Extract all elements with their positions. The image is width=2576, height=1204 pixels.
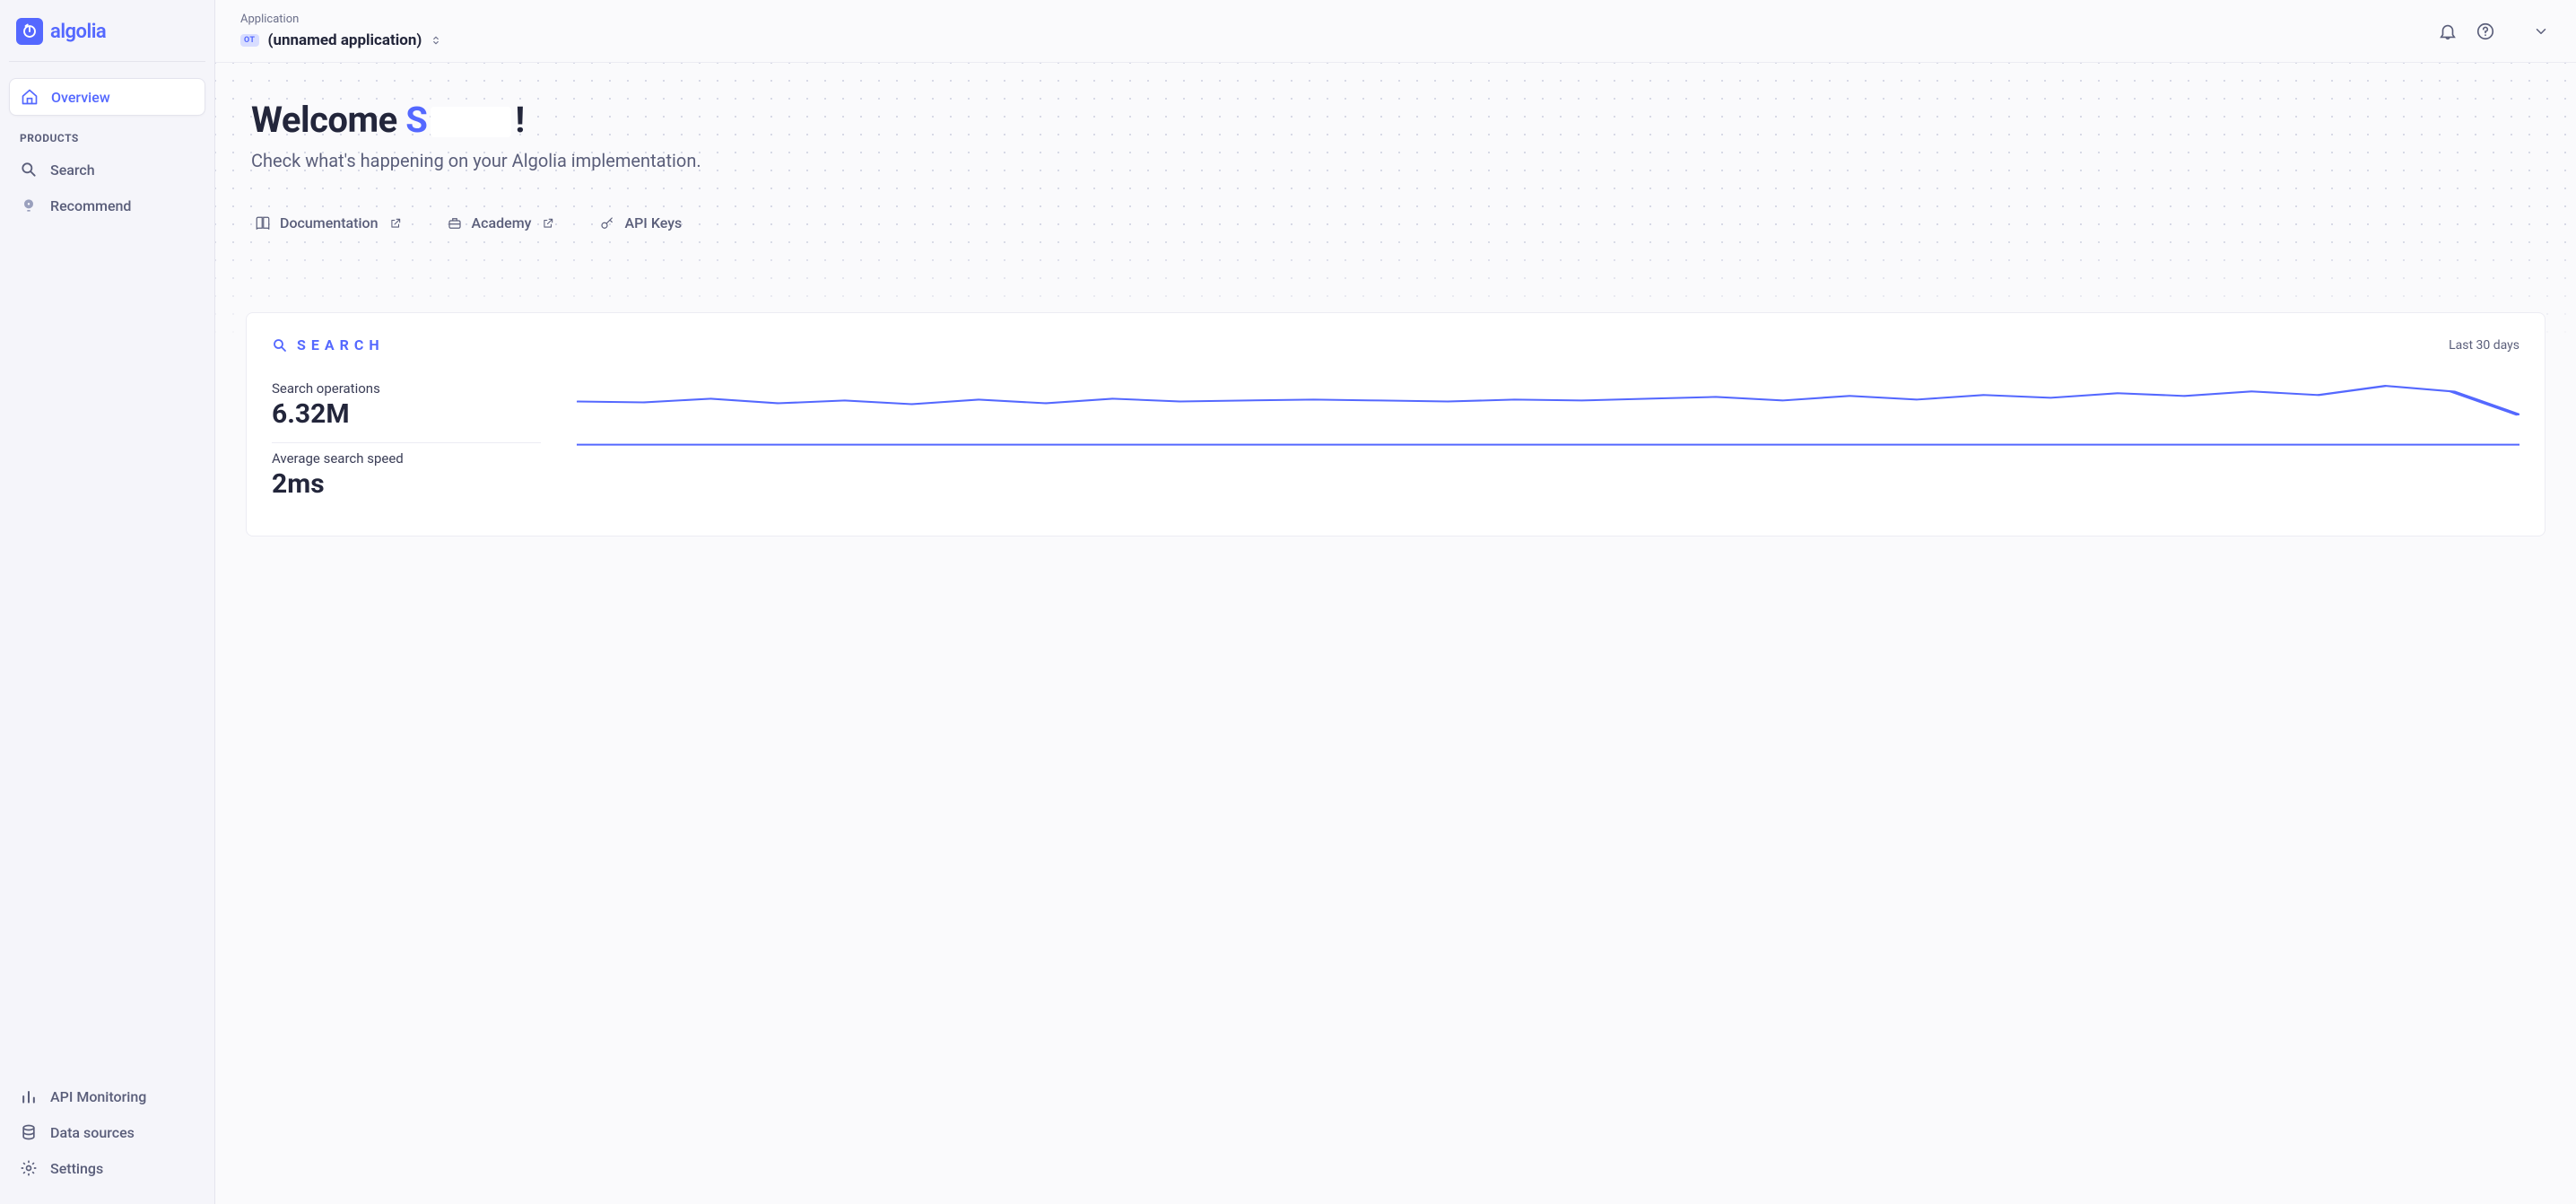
sidebar-item-label: Settings (50, 1160, 103, 1177)
home-icon (21, 88, 39, 106)
welcome-heading: Welcome S! (251, 99, 2546, 141)
sidebar-item-data-sources[interactable]: Data sources (9, 1114, 205, 1150)
quicklink-api-keys[interactable]: API Keys (599, 214, 682, 231)
welcome-suffix: ! (515, 99, 524, 141)
gear-icon (20, 1159, 38, 1177)
database-icon (20, 1123, 38, 1141)
external-link-icon (542, 217, 554, 230)
card-title-text: SEARCH (297, 336, 385, 353)
quicklink-academy[interactable]: Academy (447, 214, 555, 231)
quick-links: Documentation Academy (246, 214, 2546, 231)
sparkline-avg-speed (577, 441, 2519, 447)
application-label: Application (240, 13, 441, 26)
topbar: Application OT (unnamed application) (215, 0, 2576, 63)
book-icon (255, 215, 271, 231)
key-icon (599, 215, 615, 231)
sidebar-item-label: API Monitoring (50, 1088, 146, 1105)
card-title: SEARCH (272, 336, 385, 353)
sidebar-item-recommend[interactable]: Recommend (9, 188, 205, 223)
redacted-name (431, 107, 511, 137)
sidebar-item-api-monitoring[interactable]: API Monitoring (9, 1078, 205, 1114)
search-icon (272, 337, 288, 353)
hero: Welcome S! Check what's happening on you… (246, 99, 2546, 171)
bar-chart-icon (20, 1087, 38, 1105)
lightbulb-icon (20, 196, 38, 214)
sidebar-item-overview[interactable]: Overview (9, 78, 205, 116)
sidebar-item-search[interactable]: Search (9, 152, 205, 188)
welcome-subtitle: Check what's happening on your Algolia i… (251, 150, 2546, 171)
stat-label: Search operations (272, 380, 541, 397)
welcome-name-initial: S (405, 99, 427, 141)
sidebar-item-label: Search (50, 161, 95, 179)
card-range: Last 30 days (2449, 338, 2519, 353)
stat-label: Average search speed (272, 450, 541, 467)
brand-name: algolia (50, 21, 106, 43)
stat-search-operations: Search operations 6.32M (272, 373, 541, 443)
external-link-icon (389, 217, 402, 230)
search-card: SEARCH Last 30 days Search operations 6.… (246, 312, 2546, 537)
brand-logo[interactable]: algolia (9, 18, 205, 62)
sparkline-search-operations (577, 379, 2519, 429)
sidebar-item-label: Overview (51, 89, 110, 106)
sort-icon (431, 35, 441, 46)
account-menu-button[interactable] (2531, 22, 2551, 41)
main-content: Application OT (unnamed application) (215, 0, 2576, 1204)
quicklink-label: API Keys (624, 214, 682, 231)
sidebar-item-label: Data sources (50, 1124, 135, 1141)
help-button[interactable] (2476, 22, 2495, 41)
application-selector[interactable]: Application OT (unnamed application) (240, 13, 441, 49)
chevron-down-icon (2533, 23, 2549, 39)
notifications-button[interactable] (2438, 22, 2458, 41)
stat-value: 6.32M (272, 398, 541, 430)
stat-avg-speed: Average search speed 2ms (272, 443, 541, 512)
sidebar: algolia Overview PRODUCTS Search R (0, 0, 215, 1204)
briefcase-icon (447, 215, 463, 231)
stat-value: 2ms (272, 468, 541, 500)
sidebar-item-label: Recommend (50, 197, 131, 214)
quicklink-documentation[interactable]: Documentation (255, 214, 402, 231)
quicklink-label: Documentation (280, 214, 379, 231)
sidebar-item-settings[interactable]: Settings (9, 1150, 205, 1186)
help-icon (2476, 22, 2495, 41)
search-icon (20, 161, 38, 179)
brand-mark-icon (16, 18, 43, 45)
application-badge: OT (240, 34, 259, 47)
sidebar-section-products: PRODUCTS (9, 116, 205, 152)
application-name: (unnamed application) (268, 31, 422, 49)
bell-icon (2438, 22, 2458, 41)
welcome-prefix: Welcome (251, 99, 405, 141)
quicklink-label: Academy (472, 214, 532, 231)
